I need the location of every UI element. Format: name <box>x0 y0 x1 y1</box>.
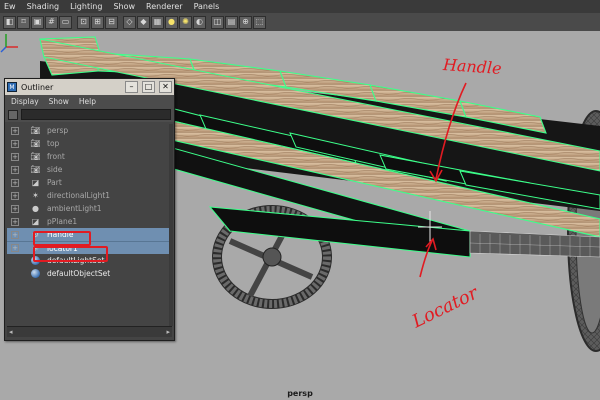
maximize-button[interactable]: □ <box>142 81 155 93</box>
outliner-vertical-scrollbar[interactable] <box>169 124 173 326</box>
outliner-item-directional-light[interactable]: + ✶ directionalLight1 <box>7 189 172 202</box>
bookmark-icon[interactable]: ⌑ <box>17 15 30 29</box>
outliner-title: Outliner <box>21 82 54 92</box>
outliner-filter-row <box>5 107 174 122</box>
expand-icon[interactable]: + <box>11 230 19 239</box>
camera-icon: 📷︎ <box>30 152 41 161</box>
camera-label: persp <box>287 389 313 398</box>
outliner-filter-input[interactable] <box>21 109 171 120</box>
menu-lighting[interactable]: Lighting <box>70 2 102 11</box>
outliner-item-side[interactable]: + 📷︎ side <box>7 163 172 176</box>
texture-icon[interactable]: ▦ <box>151 15 164 29</box>
minimize-button[interactable]: – <box>125 81 138 93</box>
menu-show[interactable]: Show <box>113 2 135 11</box>
resolution-gate-icon[interactable]: ⊡ <box>77 15 90 29</box>
camera-icon: 📷︎ <box>30 139 41 148</box>
expand-icon[interactable]: + <box>11 217 19 226</box>
menu-renderer[interactable]: Renderer <box>146 2 183 11</box>
isolate-icon[interactable]: ◫ <box>211 15 224 29</box>
outliner-item-ambient-light[interactable]: + ● ambientLight1 <box>7 202 172 215</box>
safe-action-icon[interactable]: ⊟ <box>105 15 118 29</box>
expand-icon[interactable]: + <box>11 244 19 252</box>
menu-panels[interactable]: Panels <box>194 2 220 11</box>
expand-icon[interactable]: + <box>11 126 19 135</box>
shadow-icon[interactable]: ◐ <box>193 15 206 29</box>
expand-icon[interactable]: + <box>11 165 19 174</box>
highlight-box-locator <box>33 246 108 262</box>
main-menu-bar: Ew Shading Lighting Show Renderer Panels <box>0 0 600 13</box>
film-gate-icon[interactable]: ▭ <box>59 15 72 29</box>
camera-icon: 📷︎ <box>30 165 41 174</box>
camera-icon: 📷︎ <box>30 126 41 135</box>
expand-icon[interactable]: + <box>11 178 19 187</box>
smooth-shade-icon[interactable]: ◆ <box>137 15 150 29</box>
expand-icon[interactable]: + <box>11 139 19 148</box>
axis-gizmo-icon <box>0 34 18 53</box>
set-icon <box>30 269 41 279</box>
highlight-box-handle <box>33 231 91 246</box>
all-lights-icon[interactable]: ✺ <box>179 15 192 29</box>
outliner-menu-display[interactable]: Display <box>11 97 39 106</box>
expand-placeholder <box>11 257 19 265</box>
outliner-item-top[interactable]: + 📷︎ top <box>7 137 172 150</box>
maya-app-icon: M <box>7 82 17 92</box>
close-button[interactable]: ✕ <box>159 81 172 93</box>
default-light-icon[interactable]: ● <box>165 15 178 29</box>
menu-shading[interactable]: Shading <box>27 2 60 11</box>
expand-icon[interactable]: + <box>11 191 19 200</box>
outliner-window: M Outliner – □ ✕ Display Show Help + 📷︎ … <box>4 78 175 341</box>
ambient-light-icon: ● <box>32 204 39 213</box>
grid-icon[interactable]: # <box>45 15 58 29</box>
outliner-item-persp[interactable]: + 📷︎ persp <box>7 124 172 137</box>
xray-joints-icon[interactable]: ⊕ <box>239 15 252 29</box>
mesh-icon: ◪ <box>31 217 40 226</box>
backface-icon[interactable]: ⬚ <box>253 15 266 29</box>
outliner-item-default-object-set[interactable]: defaultObjectSet <box>7 267 172 280</box>
directional-light-icon: ✶ <box>32 191 39 200</box>
outliner-menu-help[interactable]: Help <box>79 97 96 106</box>
field-chart-icon[interactable]: ⊞ <box>91 15 104 29</box>
annotation-handle: Handle <box>442 54 503 79</box>
xray-icon[interactable]: ▤ <box>225 15 238 29</box>
menu-item[interactable]: Ew <box>4 2 16 11</box>
expand-placeholder <box>11 270 19 278</box>
outliner-item-front[interactable]: + 📷︎ front <box>7 150 172 163</box>
expand-icon[interactable]: + <box>11 152 19 161</box>
scroll-left-icon[interactable]: ◂ <box>9 328 13 336</box>
outliner-item-pplane[interactable]: + ◪ pPlane1 <box>7 215 172 228</box>
viewport-toolbar: ◧ ⌑ ▣ # ▭ ⊡ ⊞ ⊟ ◇ ◆ ▦ ● ✺ ◐ ◫ ▤ ⊕ ⬚ <box>0 13 600 31</box>
outliner-horizontal-scrollbar[interactable]: ◂ ▸ <box>7 326 172 337</box>
expand-icon[interactable]: + <box>11 204 19 213</box>
scroll-right-icon[interactable]: ▸ <box>166 328 170 336</box>
wireframe-icon[interactable]: ◇ <box>123 15 136 29</box>
image-plane-icon[interactable]: ▣ <box>31 15 44 29</box>
filter-toggle[interactable] <box>8 109 18 120</box>
camera-select-icon[interactable]: ◧ <box>3 15 16 29</box>
outliner-titlebar[interactable]: M Outliner – □ ✕ <box>5 79 174 95</box>
outliner-menu-show[interactable]: Show <box>49 97 69 106</box>
outliner-menu-bar: Display Show Help <box>5 95 174 107</box>
outliner-list: + 📷︎ persp + 📷︎ top + 📷︎ front + 📷︎ side… <box>7 124 172 326</box>
outliner-item-part[interactable]: + ◪ Part <box>7 176 172 189</box>
mesh-icon: ◪ <box>31 178 40 187</box>
